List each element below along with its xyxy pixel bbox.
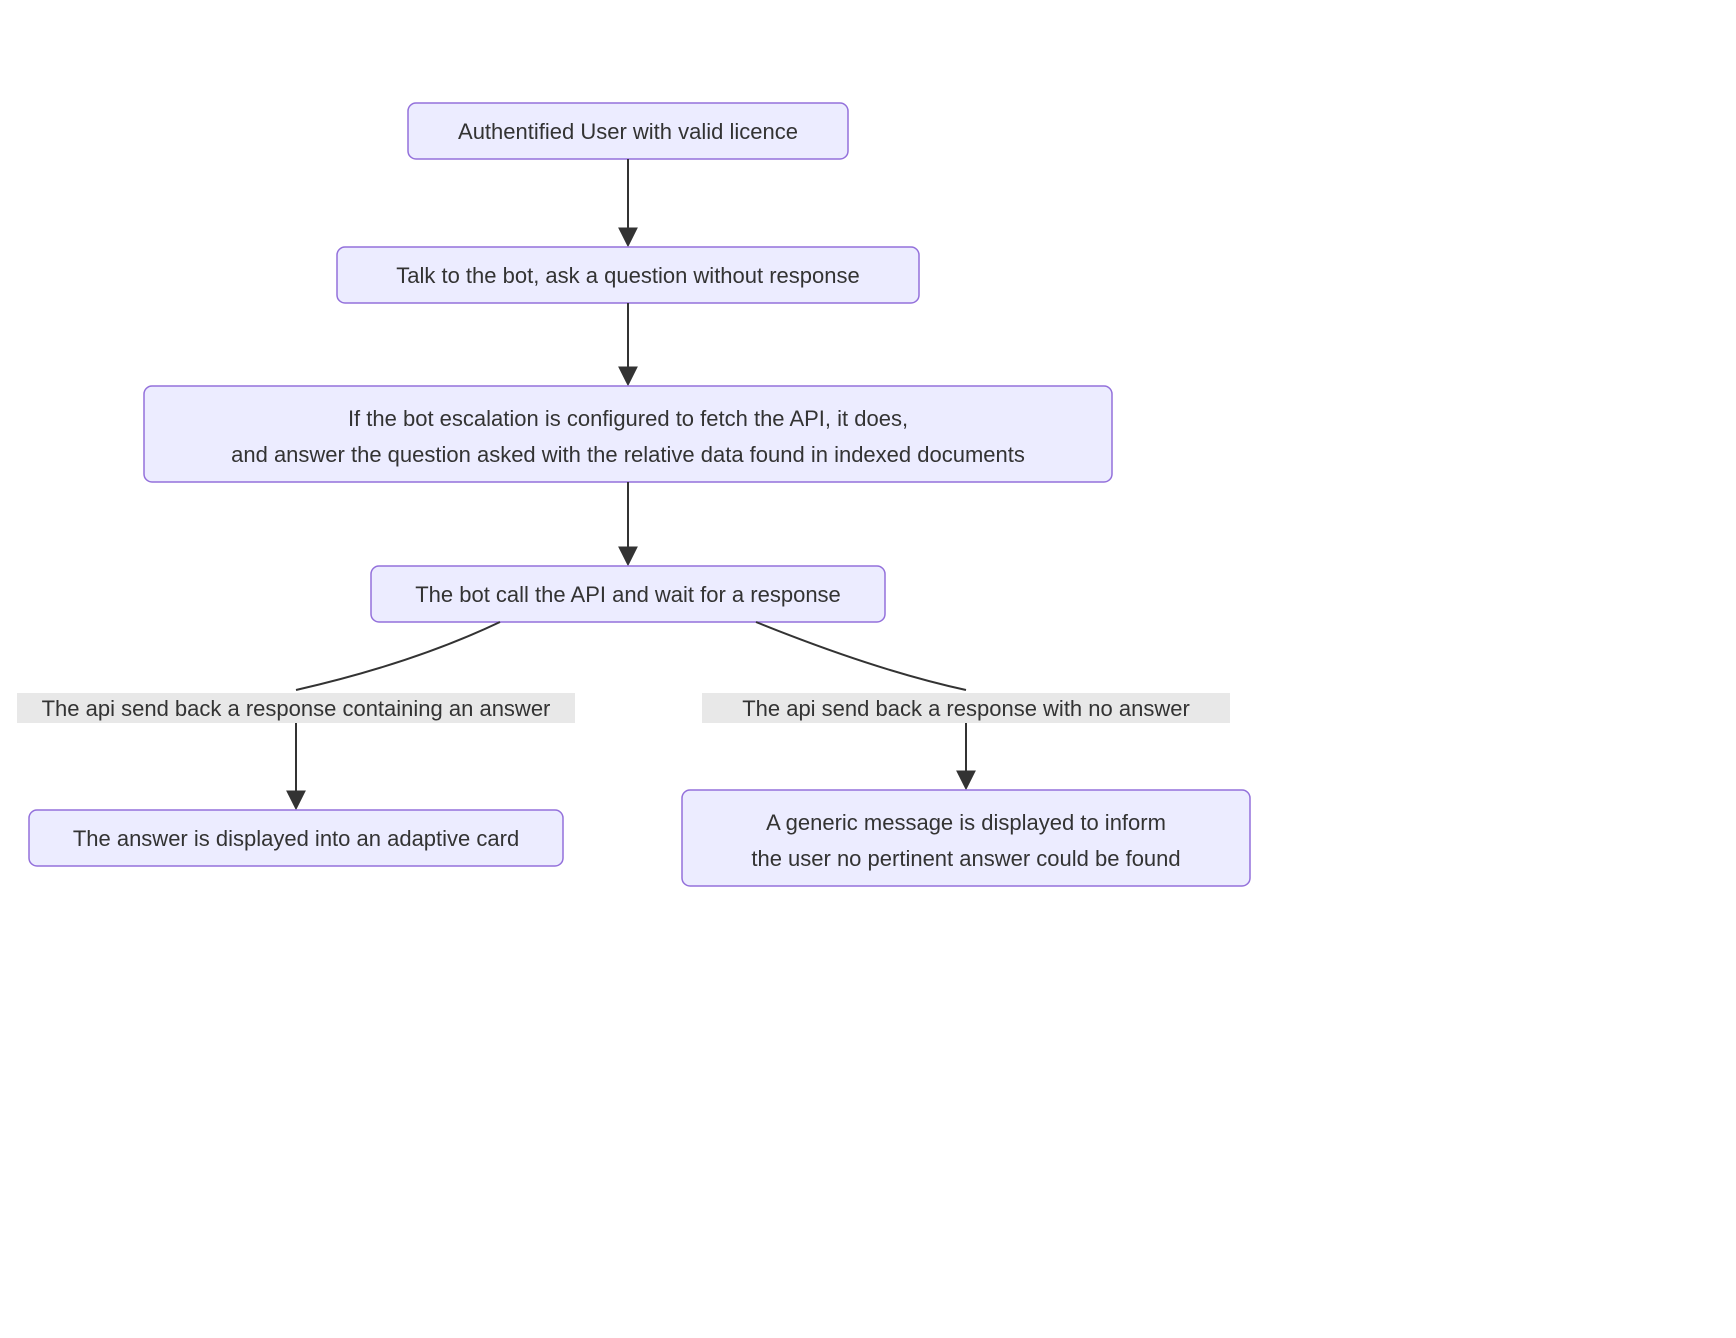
edge-label-answer: The api send back a response containing … <box>17 693 575 723</box>
node-authentified-user: Authentified User with valid licence <box>408 103 848 159</box>
node-bot-call-api-text: The bot call the API and wait for a resp… <box>415 582 841 607</box>
node-generic-message-line2: the user no pertinent answer could be fo… <box>751 846 1180 871</box>
edge-label-answer-text: The api send back a response containing … <box>42 696 551 721</box>
edge-label-no-answer: The api send back a response with no ans… <box>702 693 1230 723</box>
node-bot-call-api: The bot call the API and wait for a resp… <box>371 566 885 622</box>
edge-4-left-top <box>296 622 500 690</box>
node-escalation-configured: If the bot escalation is configured to f… <box>144 386 1112 482</box>
flowchart-canvas: Authentified User with valid licence Tal… <box>0 0 1736 1338</box>
node-generic-message-line1: A generic message is displayed to inform <box>766 810 1166 835</box>
node-generic-message: A generic message is displayed to inform… <box>682 790 1250 886</box>
node-escalation-line2: and answer the question asked with the r… <box>231 442 1025 467</box>
node-answer-displayed-text: The answer is displayed into an adaptive… <box>73 826 519 851</box>
node-talk-to-bot: Talk to the bot, ask a question without … <box>337 247 919 303</box>
edge-label-no-answer-text: The api send back a response with no ans… <box>742 696 1190 721</box>
edge-4-right-top <box>756 622 966 690</box>
node-answer-displayed: The answer is displayed into an adaptive… <box>29 810 563 866</box>
node-authentified-user-text: Authentified User with valid licence <box>458 119 798 144</box>
node-escalation-line1: If the bot escalation is configured to f… <box>348 406 908 431</box>
node-talk-to-bot-text: Talk to the bot, ask a question without … <box>396 263 860 288</box>
